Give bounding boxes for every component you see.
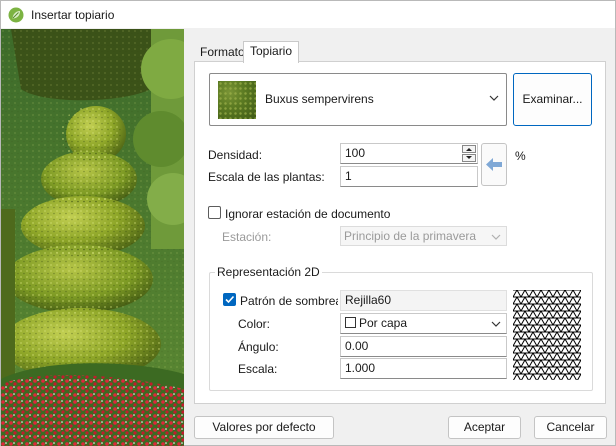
density-unit: % <box>515 149 526 163</box>
chevron-down-icon <box>489 95 499 101</box>
density-value: 100 <box>345 146 366 160</box>
chevron-down-icon <box>491 321 501 327</box>
plant-selected-value: Buxus sempervirens <box>265 92 374 106</box>
angle-input[interactable]: 0.00 <box>340 336 507 357</box>
pick-density-button[interactable] <box>481 143 507 186</box>
angle-label: Ángulo: <box>238 340 279 354</box>
plant-scale-input[interactable]: 1 <box>340 166 478 187</box>
defaults-button[interactable]: Valores por defecto <box>194 416 334 439</box>
tab-topiario[interactable]: Topiario <box>243 41 300 63</box>
ignore-station-checkbox[interactable] <box>208 206 221 219</box>
station-value: Principio de la primavera <box>344 229 477 243</box>
leaf-icon <box>8 7 24 22</box>
hatch-preview <box>513 290 581 380</box>
station-label: Estación: <box>222 230 272 244</box>
density-label: Densidad: <box>208 148 263 162</box>
plant-scale-label: Escala de las plantas: <box>208 170 325 184</box>
title-bar: Insertar topiario <box>1 1 615 28</box>
hatch-label: Patrón de sombread <box>240 294 338 308</box>
plant-scale-value: 1 <box>345 169 352 183</box>
browse-button[interactable]: Examinar... <box>513 73 592 126</box>
hatch-checkbox[interactable] <box>223 293 236 306</box>
color-label: Color: <box>238 317 271 331</box>
spin-down-icon[interactable] <box>462 154 476 162</box>
window-title: Insertar topiario <box>31 7 115 22</box>
check-icon <box>225 295 235 304</box>
cancel-button[interactable]: Cancelar <box>534 416 607 439</box>
hatch-pattern-value: Rejilla60 <box>345 293 392 307</box>
spin-up-icon[interactable] <box>462 145 476 153</box>
topiario-panel: Buxus sempervirens Examinar... Densidad:… <box>194 61 606 404</box>
plant-thumbnail <box>218 81 256 119</box>
density-spinner[interactable] <box>462 145 476 162</box>
ignore-station-label: Ignorar estación de documento <box>225 207 391 221</box>
hatch-scale-input[interactable]: 1.000 <box>340 358 507 379</box>
ok-button[interactable]: Aceptar <box>448 416 521 439</box>
station-dropdown[interactable]: Principio de la primavera <box>340 226 507 246</box>
topiary-photo <box>1 29 184 446</box>
representation-2d-title: Representación 2D <box>215 265 322 279</box>
density-input[interactable]: 100 <box>340 143 478 164</box>
angle-value: 0.00 <box>345 339 369 353</box>
hatch-scale-value: 1.000 <box>345 361 376 375</box>
arrow-left-icon <box>486 158 502 171</box>
color-dropdown[interactable]: Por capa <box>340 313 507 334</box>
color-value: Por capa <box>359 316 408 330</box>
color-swatch <box>345 317 356 328</box>
chevron-down-icon <box>491 234 501 240</box>
dialog-window: Insertar topiario Formato Topiario Buxus… <box>0 0 616 446</box>
hatch-scale-label: Escala: <box>238 362 278 376</box>
hatch-pattern-field[interactable]: Rejilla60 <box>340 290 507 311</box>
plant-dropdown[interactable]: Buxus sempervirens <box>209 73 507 126</box>
